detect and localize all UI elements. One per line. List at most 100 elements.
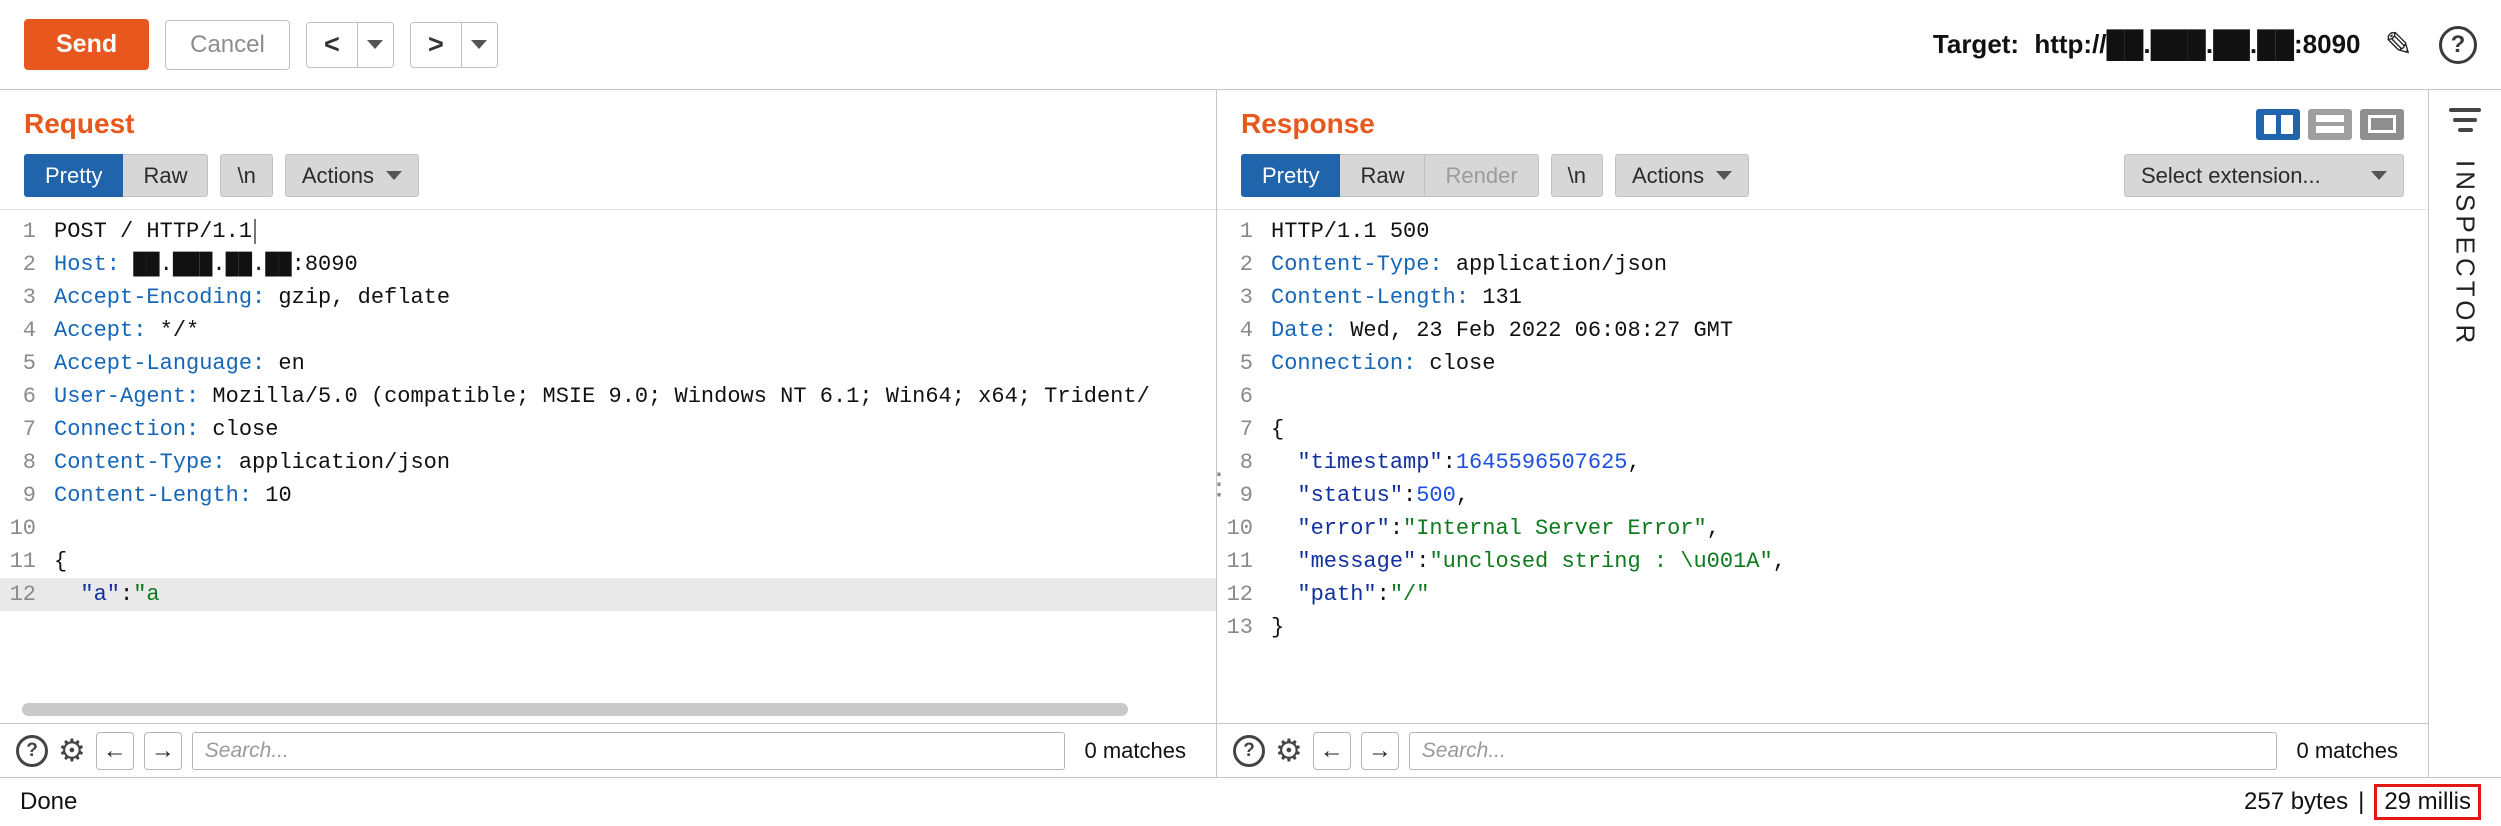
line-number: 12 bbox=[1217, 578, 1271, 611]
line-number: 1 bbox=[0, 215, 54, 248]
arrow-left-icon: ← bbox=[1320, 737, 1344, 765]
panel-splitter-handle[interactable]: ⋮ bbox=[1204, 470, 1234, 500]
code-line[interactable]: 6 bbox=[1217, 380, 2428, 413]
chevron-down-icon bbox=[367, 40, 383, 49]
code-line[interactable]: 11{ bbox=[0, 545, 1216, 578]
response-code-viewer[interactable]: 1HTTP/1.1 5002Content-Type: application/… bbox=[1217, 209, 2428, 723]
code-line[interactable]: 1POST / HTTP/1.1 bbox=[0, 215, 1216, 248]
code-line[interactable]: 4Accept: */* bbox=[0, 314, 1216, 347]
line-number: 12 bbox=[0, 578, 54, 611]
line-number: 11 bbox=[0, 545, 54, 578]
request-search-input[interactable] bbox=[192, 732, 1065, 770]
newline-label: \n bbox=[1568, 163, 1586, 189]
code-line[interactable]: 8Content-Type: application/json bbox=[0, 446, 1216, 479]
line-number: 7 bbox=[0, 413, 54, 446]
request-newline-toggle[interactable]: \n bbox=[220, 154, 272, 197]
inspector-tab-label[interactable]: INSPECTOR bbox=[2450, 160, 2481, 347]
chevron-down-icon bbox=[471, 40, 487, 49]
search-settings-gear-icon[interactable]: ⚙ bbox=[58, 735, 86, 766]
request-horizontal-scrollbar[interactable] bbox=[22, 703, 1162, 716]
forward-button[interactable]: > bbox=[410, 22, 462, 68]
target-display: Target: http://██.███.██.██:8090 bbox=[1933, 29, 2361, 60]
cancel-button[interactable]: Cancel bbox=[165, 20, 290, 70]
line-number: 11 bbox=[1217, 545, 1271, 578]
search-next-button[interactable]: → bbox=[144, 732, 182, 770]
arrow-left-icon: ← bbox=[103, 737, 127, 765]
search-settings-gear-icon[interactable]: ⚙ bbox=[1275, 735, 1303, 766]
status-text: Done bbox=[20, 788, 77, 816]
response-newline-toggle[interactable]: \n bbox=[1551, 154, 1603, 197]
tab-request-raw[interactable]: Raw bbox=[122, 154, 208, 197]
forward-dropdown-button[interactable] bbox=[462, 22, 498, 68]
history-forward-group: > bbox=[410, 22, 498, 68]
chevron-down-icon bbox=[2371, 171, 2387, 180]
code-line[interactable]: 3Accept-Encoding: gzip, deflate bbox=[0, 281, 1216, 314]
response-actions-menu[interactable]: Actions bbox=[1615, 154, 1749, 197]
code-line[interactable]: 3Content-Length: 131 bbox=[1217, 281, 2428, 314]
request-panel-head: Request bbox=[0, 90, 1216, 146]
code-line[interactable]: 9 "status":500, bbox=[1217, 479, 2428, 512]
search-prev-button[interactable]: ← bbox=[1313, 732, 1351, 770]
actions-label: Actions bbox=[1632, 163, 1704, 189]
search-next-button[interactable]: → bbox=[1361, 732, 1399, 770]
history-back-group: < bbox=[306, 22, 394, 68]
response-size: 257 bytes bbox=[2244, 788, 2348, 816]
request-search-matches: 0 matches bbox=[1085, 738, 1187, 764]
code-line[interactable]: 12 "a":"a bbox=[0, 578, 1216, 611]
code-line[interactable]: 8 "timestamp":1645596507625, bbox=[1217, 446, 2428, 479]
code-line[interactable]: 10 bbox=[0, 512, 1216, 545]
line-number: 5 bbox=[0, 347, 54, 380]
response-title: Response bbox=[1241, 108, 1375, 140]
layout-single-button[interactable] bbox=[2360, 109, 2404, 140]
search-help-icon[interactable]: ? bbox=[1233, 735, 1265, 767]
code-line[interactable]: 5Accept-Language: en bbox=[0, 347, 1216, 380]
code-line[interactable]: 6User-Agent: Mozilla/5.0 (compatible; MS… bbox=[0, 380, 1216, 413]
response-time-highlighted: 29 millis bbox=[2374, 784, 2481, 820]
code-line[interactable]: 7{ bbox=[1217, 413, 2428, 446]
layout-columns-button[interactable] bbox=[2256, 109, 2300, 140]
code-line[interactable]: 10 "error":"Internal Server Error", bbox=[1217, 512, 2428, 545]
response-search-input[interactable] bbox=[1409, 732, 2277, 770]
code-line[interactable]: 1HTTP/1.1 500 bbox=[1217, 215, 2428, 248]
layout-switcher bbox=[2256, 109, 2404, 140]
help-icon[interactable]: ? bbox=[2439, 26, 2477, 64]
status-bar: Done 257 bytes | 29 millis bbox=[0, 777, 2501, 826]
back-button[interactable]: < bbox=[306, 22, 358, 68]
layout-rows-button[interactable] bbox=[2308, 109, 2352, 140]
inspector-sidebar[interactable]: INSPECTOR bbox=[2429, 90, 2501, 777]
back-dropdown-button[interactable] bbox=[358, 22, 394, 68]
request-code-editor[interactable]: 1POST / HTTP/1.12Host: ██.███.██.██:8090… bbox=[0, 209, 1216, 723]
editor-split-area: Request Pretty Raw \n Actions 1POST / HT… bbox=[0, 90, 2501, 777]
code-line[interactable]: 2Host: ██.███.██.██:8090 bbox=[0, 248, 1216, 281]
chevron-down-icon bbox=[1716, 171, 1732, 180]
status-metrics: 257 bytes | 29 millis bbox=[2244, 784, 2481, 820]
code-line[interactable]: 4Date: Wed, 23 Feb 2022 06:08:27 GMT bbox=[1217, 314, 2428, 347]
request-actions-menu[interactable]: Actions bbox=[285, 154, 419, 197]
search-help-icon[interactable]: ? bbox=[16, 735, 48, 767]
code-line[interactable]: 9Content-Length: 10 bbox=[0, 479, 1216, 512]
repeater-window: Send Cancel < > Target: http://██.███.██… bbox=[0, 0, 2501, 826]
code-line[interactable]: 12 "path":"/" bbox=[1217, 578, 2428, 611]
line-number: 4 bbox=[1217, 314, 1271, 347]
scrollbar-thumb[interactable] bbox=[22, 703, 1128, 716]
send-button[interactable]: Send bbox=[24, 19, 149, 70]
select-extension-label: Select extension... bbox=[2141, 163, 2321, 189]
select-extension-dropdown[interactable]: Select extension... bbox=[2124, 154, 2404, 197]
code-line[interactable]: 5Connection: close bbox=[1217, 347, 2428, 380]
top-toolbar: Send Cancel < > Target: http://██.███.██… bbox=[0, 0, 2501, 90]
arrow-right-icon: → bbox=[151, 737, 175, 765]
code-line[interactable]: 11 "message":"unclosed string : \u001A", bbox=[1217, 545, 2428, 578]
code-line[interactable]: 13} bbox=[1217, 611, 2428, 644]
tab-response-raw[interactable]: Raw bbox=[1339, 154, 1425, 197]
tab-request-pretty[interactable]: Pretty bbox=[24, 154, 123, 197]
search-prev-button[interactable]: ← bbox=[96, 732, 134, 770]
edit-target-icon[interactable]: ✎ bbox=[2385, 25, 2414, 65]
menu-filter-icon[interactable] bbox=[2449, 108, 2481, 132]
actions-label: Actions bbox=[302, 163, 374, 189]
line-number: 6 bbox=[0, 380, 54, 413]
response-panel: Response Pretty Raw Render \n Actions bbox=[1217, 90, 2429, 777]
code-line[interactable]: 7Connection: close bbox=[0, 413, 1216, 446]
code-line[interactable]: 2Content-Type: application/json bbox=[1217, 248, 2428, 281]
tab-response-pretty[interactable]: Pretty bbox=[1241, 154, 1340, 197]
request-tab-row: Pretty Raw \n Actions bbox=[0, 146, 1216, 209]
